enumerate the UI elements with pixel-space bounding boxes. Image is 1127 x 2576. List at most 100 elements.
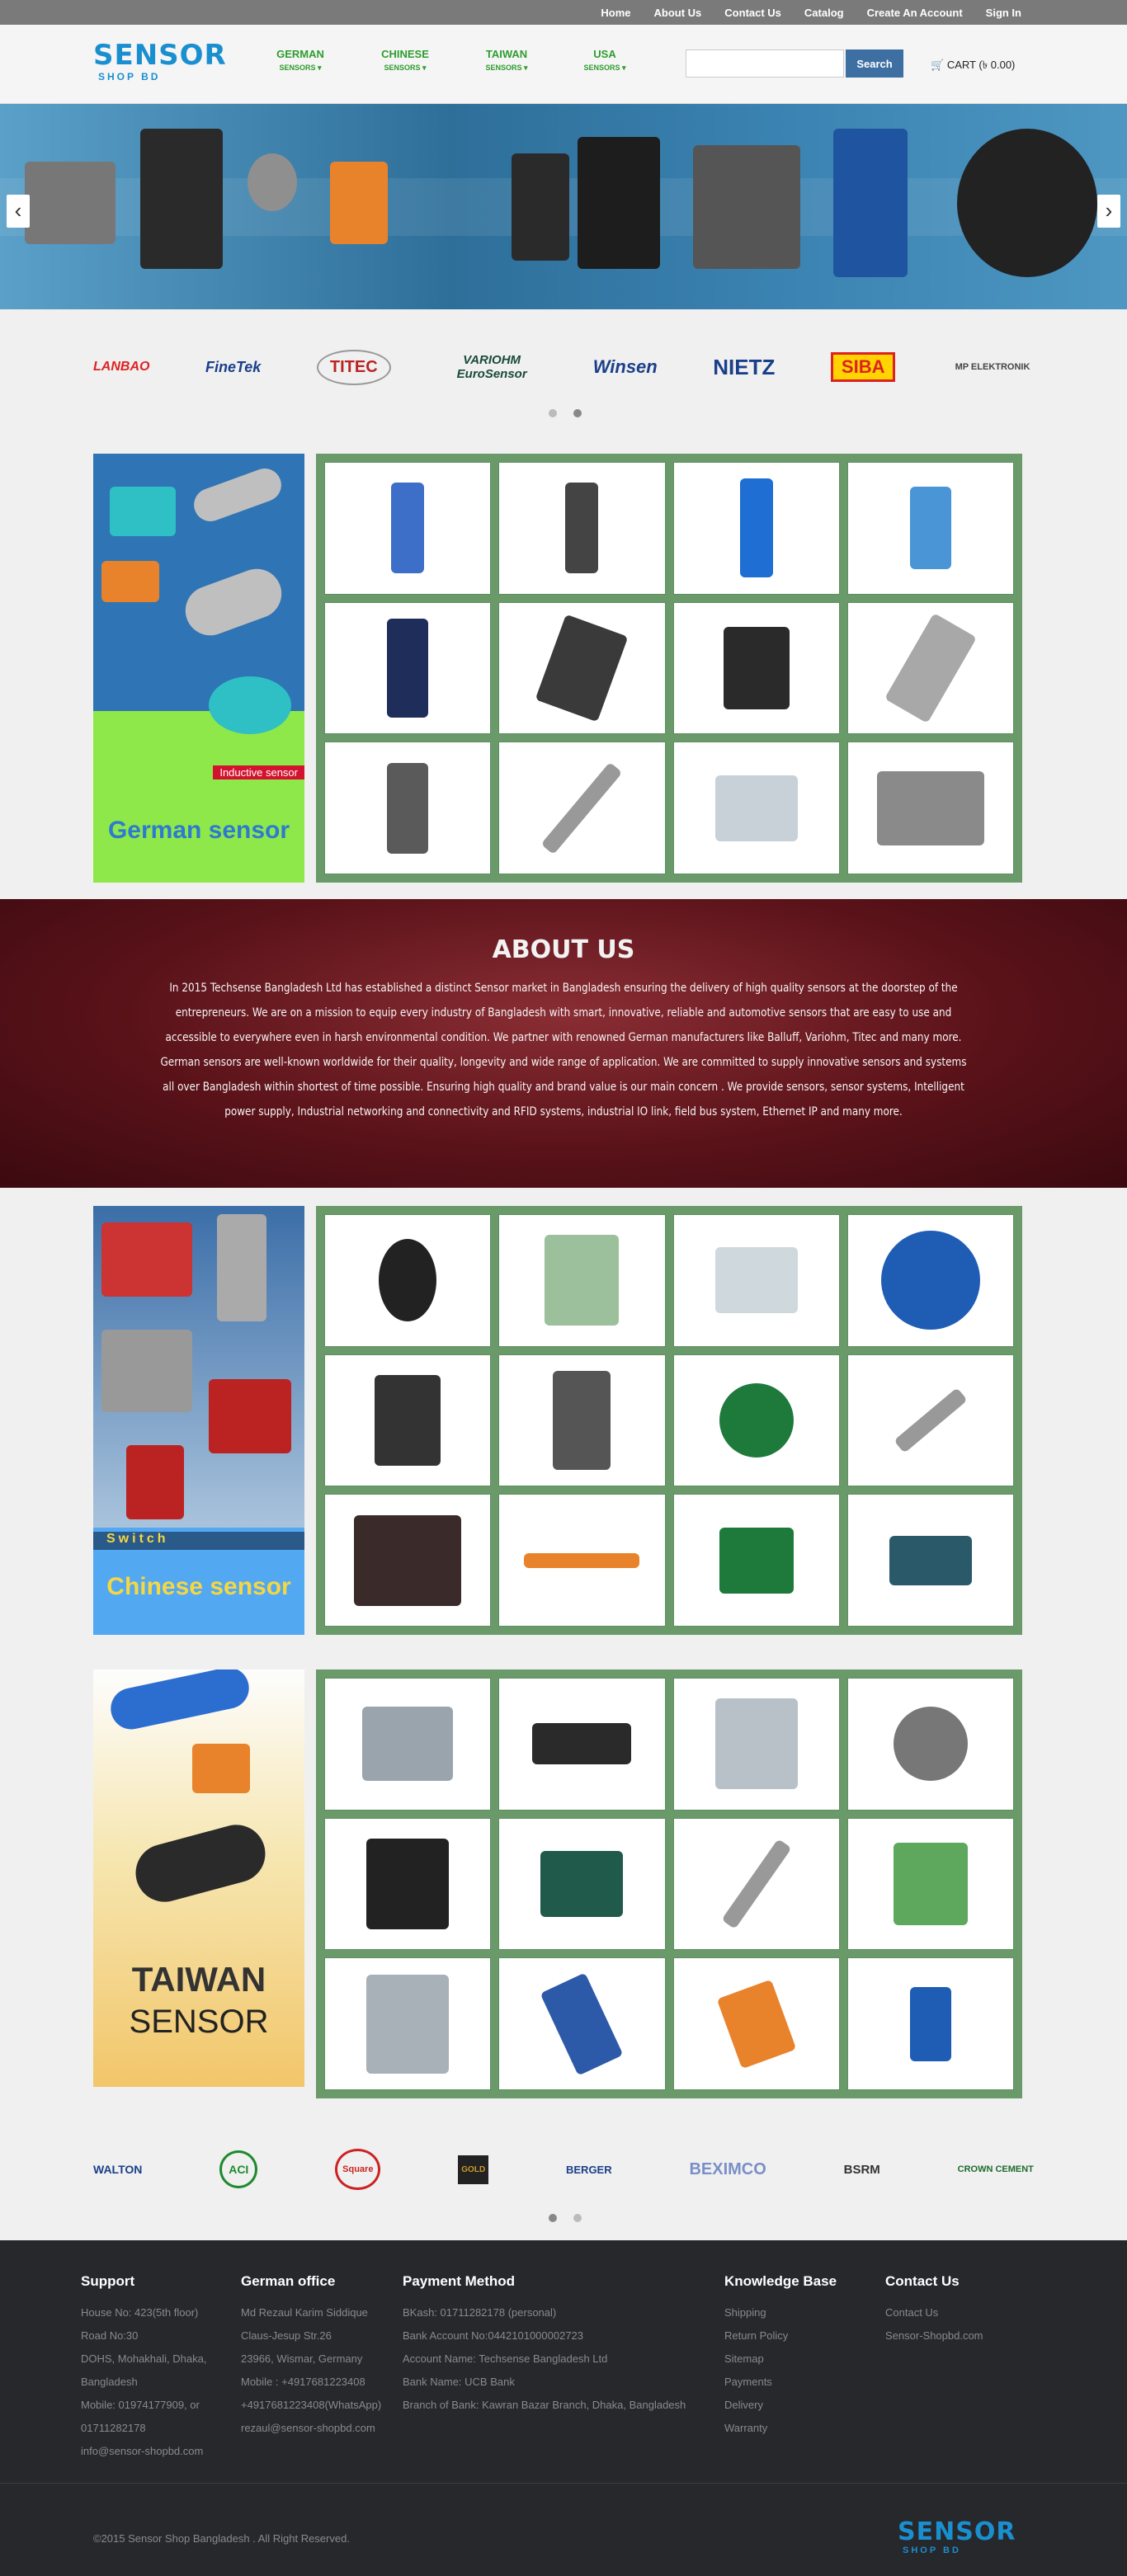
product-tile[interactable] — [846, 742, 1014, 874]
brand-logo[interactable]: BERGER — [566, 2164, 612, 2176]
product-tile[interactable] — [672, 1214, 840, 1347]
carousel-dot[interactable] — [573, 2214, 582, 2222]
brand-logo[interactable]: GOLD — [458, 2155, 489, 2184]
product-image — [723, 626, 790, 709]
carousel-dot-active[interactable] — [549, 2214, 557, 2222]
search-button[interactable]: Search — [846, 49, 903, 78]
product-tile[interactable] — [846, 462, 1014, 595]
taiwan-sensor-banner[interactable]: TAIWAN SENSOR — [93, 1669, 304, 2087]
brand-logo[interactable]: NIETZ — [713, 355, 775, 380]
product-tile[interactable] — [672, 462, 840, 595]
brand-logo[interactable]: Winsen — [593, 356, 658, 378]
product-tile[interactable] — [846, 601, 1014, 735]
carousel-dot[interactable] — [549, 409, 557, 417]
product-tile[interactable] — [498, 1494, 666, 1627]
brand-logo[interactable]: FineTek — [205, 359, 261, 376]
product-tile[interactable] — [672, 1817, 840, 1951]
brand-logo[interactable]: CROWN CEMENT — [958, 2164, 1034, 2174]
brand-logo[interactable]: BEXIMCO — [689, 2160, 766, 2179]
footer-email-link[interactable]: info@sensor-shopbd.com — [81, 2440, 229, 2463]
sensor-product-image — [129, 1818, 272, 1909]
footer-email-link[interactable]: rezaul@sensor-shopbd.com — [241, 2417, 398, 2440]
footer-shipping-link[interactable]: Shipping — [724, 2301, 873, 2324]
product-tile[interactable] — [846, 1817, 1014, 1951]
product-tile[interactable] — [672, 1957, 840, 2090]
menu-german-label: GERMAN — [276, 48, 324, 60]
product-tile[interactable] — [324, 1957, 492, 2090]
product-tile[interactable] — [672, 1678, 840, 1811]
product-tile[interactable] — [498, 462, 666, 595]
product-tile[interactable] — [324, 1817, 492, 1951]
product-tile[interactable] — [324, 1354, 492, 1487]
footer-sitemap-link[interactable]: Sitemap — [724, 2348, 873, 2371]
footer-contact-link[interactable]: Contact Us — [885, 2301, 1034, 2324]
switch-product-image — [101, 1222, 192, 1297]
brand-carousel-bottom: WALTON ACI Square GOLD BERGER BEXIMCO BS… — [93, 2136, 1034, 2202]
slider-next-button[interactable]: › — [1097, 195, 1120, 228]
brand-logo[interactable]: VARIOHM EuroSensor — [446, 353, 537, 381]
product-tile[interactable] — [324, 1678, 492, 1811]
chinese-sensor-banner[interactable]: Switch Chinese sensor — [93, 1206, 304, 1635]
copyright-text: ©2015 Sensor Shop Bangladesh . All Right… — [93, 2532, 350, 2545]
product-tile[interactable] — [498, 1354, 666, 1487]
site-logo[interactable]: SENSOR SHOP BD — [93, 40, 226, 91]
banner-title: Chinese sensor — [106, 1573, 291, 1600]
product-tile[interactable] — [498, 1214, 666, 1347]
banner-title: TAIWAN — [131, 1960, 266, 1999]
footer-warranty-link[interactable]: Warranty — [724, 2417, 873, 2440]
product-tile[interactable] — [498, 1957, 666, 2090]
brand-logo[interactable]: WALTON — [93, 2163, 142, 2176]
footer-site-link[interactable]: Sensor-Shopbd.com — [885, 2324, 1034, 2348]
product-tile[interactable] — [846, 1494, 1014, 1627]
sensor-product-image — [106, 1669, 253, 1734]
slider-product-image — [833, 129, 908, 277]
footer-payment-column: Payment Method BKash: 01711282178 (perso… — [403, 2273, 716, 2417]
menu-chinese-sensors[interactable]: CHINESE SENSORS ▾ — [372, 48, 438, 73]
nav-about-link[interactable]: About Us — [654, 7, 702, 19]
cart-link[interactable]: 🛒 CART (৳ 0.00) — [931, 58, 1015, 75]
footer-logo[interactable]: SENSOR SHOP BD — [898, 2519, 1016, 2556]
menu-taiwan-sensors[interactable]: TAIWAN SENSORS ▾ — [474, 48, 540, 73]
product-tile[interactable] — [846, 1214, 1014, 1347]
brand-logo[interactable]: MP ELEKTRONIK — [951, 362, 1034, 372]
brand-logo[interactable]: BSRM — [844, 2163, 880, 2177]
carousel-dot-active[interactable] — [573, 409, 582, 417]
slider-prev-button[interactable]: ‹ — [7, 195, 30, 228]
product-tile[interactable] — [846, 1957, 1014, 2090]
footer-logo-sub: SHOP BD — [903, 2545, 961, 2555]
product-tile[interactable] — [324, 742, 492, 874]
footer-payments-link[interactable]: Payments — [724, 2371, 873, 2394]
product-tile[interactable] — [672, 742, 840, 874]
product-tile[interactable] — [672, 601, 840, 735]
german-sensor-banner[interactable]: Inductive sensor German sensor — [93, 454, 304, 883]
product-tile[interactable] — [846, 1678, 1014, 1811]
product-image — [894, 1387, 968, 1453]
brand-logo[interactable]: LANBAO — [93, 360, 149, 374]
product-tile[interactable] — [672, 1494, 840, 1627]
brand-logo[interactable]: Square — [335, 2149, 381, 2190]
nav-contact-link[interactable]: Contact Us — [724, 7, 781, 19]
product-tile[interactable] — [672, 1354, 840, 1487]
product-tile[interactable] — [846, 1354, 1014, 1487]
nav-catalog-link[interactable]: Catalog — [804, 7, 844, 19]
product-tile[interactable] — [498, 1678, 666, 1811]
nav-home-link[interactable]: Home — [601, 7, 630, 19]
search-input[interactable] — [686, 49, 844, 78]
product-tile[interactable] — [324, 601, 492, 735]
nav-sign-in-link[interactable]: Sign In — [986, 7, 1021, 19]
menu-usa-sensors[interactable]: USA SENSORS ▾ — [572, 48, 638, 73]
product-tile[interactable] — [324, 462, 492, 595]
footer-return-policy-link[interactable]: Return Policy — [724, 2324, 873, 2348]
product-tile[interactable] — [498, 1817, 666, 1951]
product-tile[interactable] — [498, 742, 666, 874]
nav-create-account-link[interactable]: Create An Account — [867, 7, 963, 19]
footer-delivery-link[interactable]: Delivery — [724, 2394, 873, 2417]
product-tile[interactable] — [324, 1494, 492, 1627]
brand-logo[interactable]: TITEC — [316, 349, 391, 385]
product-tile[interactable] — [324, 1214, 492, 1347]
product-tile[interactable] — [498, 601, 666, 735]
footer-text: Mobile: 01974177909, or — [81, 2399, 200, 2411]
brand-logo[interactable]: SIBA — [830, 352, 896, 382]
brand-logo[interactable]: ACI — [219, 2150, 258, 2188]
menu-german-sensors[interactable]: GERMAN SENSORS ▾ — [267, 48, 333, 73]
